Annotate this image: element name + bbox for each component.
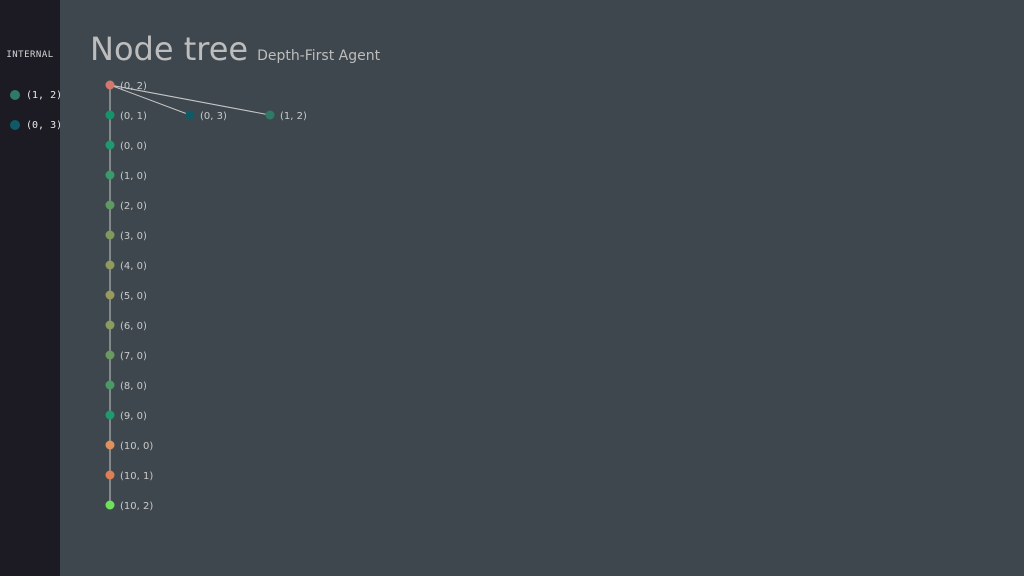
node-label: (3, 0) (120, 231, 147, 242)
node-label: (0, 1) (120, 111, 147, 122)
tree-node[interactable]: (0, 3) (185, 110, 227, 123)
node-label: (10, 1) (120, 471, 153, 482)
node-label: (0, 2) (120, 81, 147, 92)
node-dot[interactable] (105, 140, 115, 150)
node-dot[interactable] (105, 350, 115, 360)
tree-node[interactable]: (7, 0) (105, 350, 147, 363)
tree-node[interactable]: (2, 0) (105, 200, 147, 213)
node-dot[interactable] (105, 470, 115, 480)
node-dot[interactable] (105, 320, 115, 330)
tree-node[interactable]: (10, 2) (105, 500, 154, 513)
tree-node[interactable]: (1, 0) (105, 170, 147, 183)
node-dot[interactable] (105, 260, 115, 270)
node-label: (1, 2) (280, 111, 307, 122)
tree-node[interactable]: (0, 0) (105, 140, 147, 153)
node-tree-diagram: (0, 2) (0, 1) (0, 3) (1, 2) (0, 0) (1, 0) (2, … (105, 80, 307, 513)
node-dot[interactable] (105, 200, 115, 210)
tree-node[interactable]: (10, 0) (105, 440, 154, 453)
node-dot[interactable] (105, 110, 115, 120)
node-label: (8, 0) (120, 381, 147, 392)
tree-node[interactable]: (4, 0) (105, 260, 147, 273)
node-label: (7, 0) (120, 351, 147, 362)
node-dot[interactable] (185, 110, 195, 120)
tree-node[interactable]: (6, 0) (105, 320, 147, 333)
node-dot[interactable] (105, 380, 115, 390)
node-label: (9, 0) (120, 411, 147, 422)
node-dot[interactable] (105, 410, 115, 420)
node-label: (5, 0) (120, 291, 147, 302)
tree-node[interactable]: (9, 0) (105, 410, 147, 423)
node-dot[interactable] (265, 110, 275, 120)
node-label: (0, 0) (120, 141, 147, 152)
node-dot[interactable] (105, 230, 115, 240)
tree-node[interactable]: (0, 2) (105, 80, 147, 93)
tree-node[interactable]: (8, 0) (105, 380, 147, 393)
tree-node[interactable]: (1, 2) (265, 110, 307, 123)
node-dot[interactable] (105, 80, 115, 90)
node-label: (2, 0) (120, 201, 147, 212)
tree-node[interactable]: (5, 0) (105, 290, 147, 303)
tree-node[interactable]: (0, 1) (105, 110, 147, 123)
node-label: (1, 0) (120, 171, 147, 182)
node-label: (0, 3) (200, 111, 227, 122)
node-dot[interactable] (105, 290, 115, 300)
node-label: (10, 2) (120, 501, 153, 512)
node-dot[interactable] (105, 500, 115, 510)
node-dot[interactable] (105, 170, 115, 180)
tree-node[interactable]: (3, 0) (105, 230, 147, 243)
node-label: (10, 0) (120, 441, 153, 452)
tree-node[interactable]: (10, 1) (105, 470, 154, 483)
node-dot[interactable] (105, 440, 115, 450)
node-label: (4, 0) (120, 261, 147, 272)
node-label: (6, 0) (120, 321, 147, 332)
